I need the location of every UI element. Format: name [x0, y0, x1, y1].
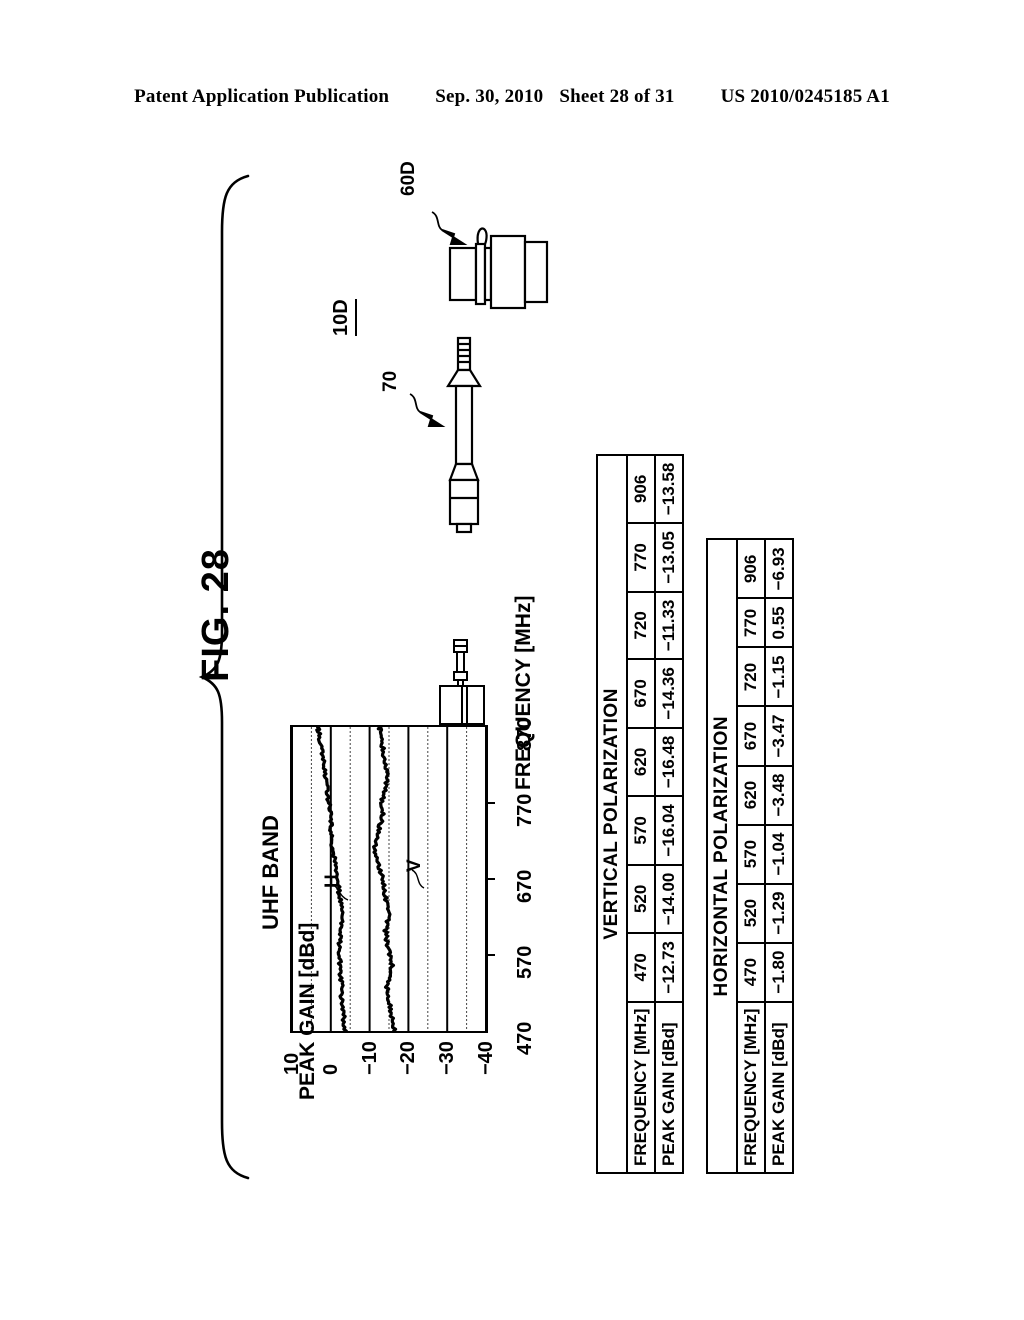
- peak-gain-chart: 470 570 670 770 870 10 0 −10 −20 −30 −40: [252, 718, 536, 1075]
- figure-caption: FIG. 28: [195, 548, 237, 682]
- table-row-header: FREQUENCY [MHz]: [627, 1001, 655, 1173]
- table-row-header: FREQUENCY [MHz]: [737, 1001, 765, 1173]
- table-cell: −6.93: [765, 539, 793, 599]
- table-row: FREQUENCY [MHz] 470 520 570 620 670 720 770 906: [627, 454, 655, 1173]
- small-antenna-icon: [439, 639, 485, 725]
- table-body-vertical: VERTICAL POLARIZATION FREQUENCY [MHz] 470 5…: [597, 454, 683, 1173]
- table-cell: −1.15: [765, 647, 793, 707]
- chart-title: UHF BAND: [258, 815, 283, 930]
- table-cell: 770: [627, 523, 655, 592]
- table-row: PEAK GAIN [dBd] −1.80 −1.29 −1.04 −3.48 −3.47…: [765, 539, 793, 1173]
- table-row: PEAK GAIN [dBd] −12.73 −14.00 −16.04 −16.48−…: [655, 454, 683, 1173]
- table-cell: −12.73: [655, 933, 683, 1002]
- table-cell: 670: [737, 706, 765, 766]
- y-tick--10: −10: [358, 1041, 381, 1075]
- table-cell: −14.36: [655, 659, 683, 728]
- y-tick--40: −40: [475, 1041, 497, 1075]
- table-vertical-polarization: VERTICAL POLARIZATION FREQUENCY [MHz] 470 5…: [596, 453, 684, 1174]
- table-horizontal-polarization: HORIZONTAL POLARIZATION FREQUENCY [MHz] 47…: [706, 538, 794, 1174]
- table-cell: −1.29: [765, 883, 793, 943]
- header-patent-number: US 2010/0245185 A1: [720, 86, 890, 107]
- x-axis-label: FREQUENCY [MHz]: [512, 595, 535, 790]
- header-sheet: Sheet 28 of 31: [559, 86, 675, 107]
- table-cell: 470: [627, 933, 655, 1002]
- table-cell: 620: [737, 765, 765, 825]
- table-cell: −3.47: [765, 706, 793, 766]
- table-row-header: PEAK GAIN [dBd]: [655, 1001, 683, 1173]
- reference-label-10D: 10D: [330, 299, 357, 336]
- table-cell: −16.04: [655, 796, 683, 865]
- x-tick-mark-770: [488, 802, 495, 804]
- series-label-v: V: [404, 859, 425, 872]
- y-tick--30: −30: [436, 1041, 459, 1075]
- table-cell: 620: [627, 727, 655, 797]
- x-tick-470: 470: [514, 1021, 536, 1055]
- table-cell: 570: [737, 824, 765, 884]
- table-title: HORIZONTAL POLARIZATION: [707, 539, 737, 1173]
- series-path-v: [372, 727, 398, 1031]
- table-body-horizontal: HORIZONTAL POLARIZATION FREQUENCY [MHz] 47…: [707, 539, 793, 1173]
- x-tick-mark-670: [488, 878, 495, 880]
- y-axis-label: PEAK GAIN [dBd]: [296, 922, 319, 1100]
- table-title: VERTICAL POLARIZATION: [597, 454, 627, 1173]
- table-cell: −3.48: [765, 765, 793, 825]
- x-tick-770: 770: [514, 793, 536, 827]
- table-cell: −1.04: [765, 824, 793, 884]
- table-cell: 906: [627, 454, 655, 524]
- x-tick-670: 670: [514, 869, 536, 903]
- table-cell: 720: [627, 591, 655, 660]
- table-cell: 720: [737, 647, 765, 707]
- table-cell: 670: [627, 659, 655, 728]
- table-cell: −13.58: [655, 454, 683, 524]
- table-title-row: VERTICAL POLARIZATION: [597, 454, 627, 1173]
- x-tick-570: 570: [514, 945, 536, 979]
- table-cell: 770: [737, 598, 765, 648]
- table-row-header: PEAK GAIN [dBd]: [765, 1001, 793, 1173]
- table-cell: −13.05: [655, 523, 683, 592]
- page-header: Patent Application Publication Sep. 30, 2…: [0, 86, 1024, 108]
- x-tick-mark-570: [488, 954, 495, 956]
- y-tick-0: 0: [319, 1063, 342, 1075]
- table-cell: 470: [737, 942, 765, 1002]
- table-cell: 0.55: [765, 598, 793, 648]
- table-title-row: HORIZONTAL POLARIZATION: [707, 539, 737, 1173]
- table-cell: −14.00: [655, 864, 683, 934]
- series-label-h: H: [322, 874, 343, 888]
- table-cell: −16.48: [655, 727, 683, 797]
- header-publication: Patent Application Publication: [134, 86, 390, 107]
- table-cell: 520: [627, 864, 655, 934]
- table-cell: 570: [627, 796, 655, 865]
- table-row: FREQUENCY [MHz] 470 520 570 620 670 720 770 906: [737, 539, 765, 1173]
- header-date: Sep. 30, 2010: [435, 86, 544, 107]
- table-cell: −11.33: [655, 591, 683, 660]
- device-illustration: [409, 211, 549, 534]
- reference-label-70: 70: [380, 370, 401, 392]
- y-tick--20: −20: [397, 1041, 420, 1075]
- table-cell: 906: [737, 539, 765, 599]
- table-cell: 520: [737, 883, 765, 943]
- reference-label-60D: 60D: [398, 161, 419, 196]
- table-cell: −1.80: [765, 942, 793, 1002]
